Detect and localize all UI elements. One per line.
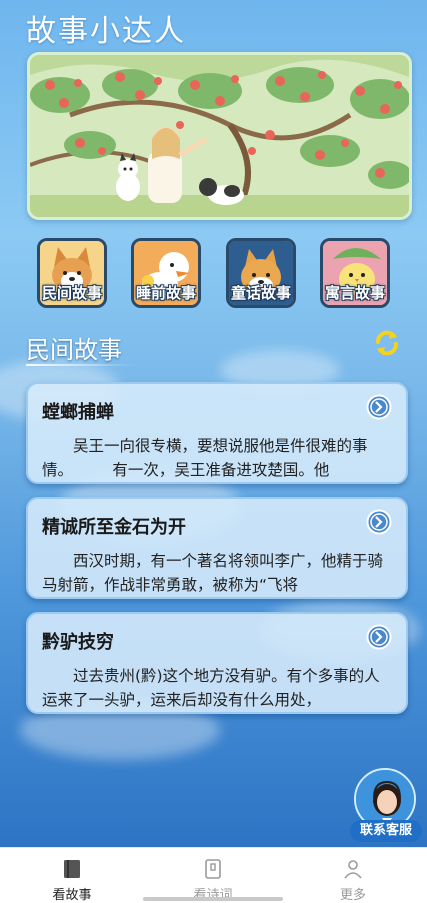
tab-poems[interactable]: 看诗词 xyxy=(163,854,263,903)
chevron-right-circle-icon[interactable] xyxy=(366,394,392,420)
refresh-icon[interactable] xyxy=(372,328,402,358)
tab-more[interactable]: 更多 xyxy=(303,854,403,903)
category-label: 民间故事 xyxy=(41,284,102,302)
book-icon xyxy=(64,860,80,878)
notebook-icon xyxy=(205,859,221,879)
tab-label: 看故事 xyxy=(52,888,92,903)
category-row: 民间故事 睡前故事 童话故事 寓言故事 xyxy=(0,238,427,314)
story-excerpt: 吴王一向很专横，要想说服他是件很难的事情。 有一次，吴王准备进攻楚国。他 xyxy=(42,437,368,479)
story-card[interactable]: 螳螂捕蝉 吴王一向很专横，要想说服他是件很难的事情。 有一次，吴王准备进攻楚国。… xyxy=(26,382,408,484)
story-title: 螳螂捕蝉 xyxy=(42,402,114,423)
category-label: 寓言故事 xyxy=(324,284,385,302)
bottom-tab-bar: 看故事 看诗词 更多 xyxy=(0,847,427,903)
story-card[interactable]: 精诚所至金石为开 西汉时期，有一个著名将领叫李广，他精于骑马射箭，作战非常勇敢，… xyxy=(26,497,408,599)
chevron-right-circle-icon[interactable] xyxy=(366,624,392,650)
story-title: 黔驴技穷 xyxy=(42,632,114,653)
story-excerpt: 西汉时期，有一个著名将领叫李广，他精于骑马射箭，作战非常勇敢，被称为“飞将 xyxy=(42,552,384,594)
category-fairy-tales[interactable]: 童话故事 xyxy=(226,238,296,308)
category-folk-tales[interactable]: 民间故事 xyxy=(37,238,107,308)
service-label: 联系客服 xyxy=(350,820,422,842)
category-bedtime-stories[interactable]: 睡前故事 xyxy=(131,238,201,308)
category-fables[interactable]: 寓言故事 xyxy=(320,238,390,308)
section-underline xyxy=(26,364,136,366)
story-excerpt: 过去贵州(黔)这个地方没有驴。有个多事的人运来了一头驴，运来后却没有什么用处， xyxy=(42,667,380,709)
person-icon xyxy=(344,860,362,879)
tab-stories[interactable]: 看故事 xyxy=(22,854,122,903)
tab-label: 更多 xyxy=(339,888,366,903)
app-title: 故事小达人 xyxy=(26,14,186,49)
story-title: 精诚所至金石为开 xyxy=(42,517,186,538)
category-label: 童话故事 xyxy=(230,284,291,302)
banner-illustration[interactable] xyxy=(27,52,412,220)
chevron-right-circle-icon[interactable] xyxy=(366,509,392,535)
home-indicator xyxy=(143,897,283,901)
customer-service-button[interactable]: 联系客服 xyxy=(350,768,422,844)
category-label: 睡前故事 xyxy=(135,284,196,302)
story-card[interactable]: 黔驴技穷 过去贵州(黔)这个地方没有驴。有个多事的人运来了一头驴，运来后却没有什… xyxy=(26,612,408,714)
section-title: 民间故事 xyxy=(26,336,122,364)
